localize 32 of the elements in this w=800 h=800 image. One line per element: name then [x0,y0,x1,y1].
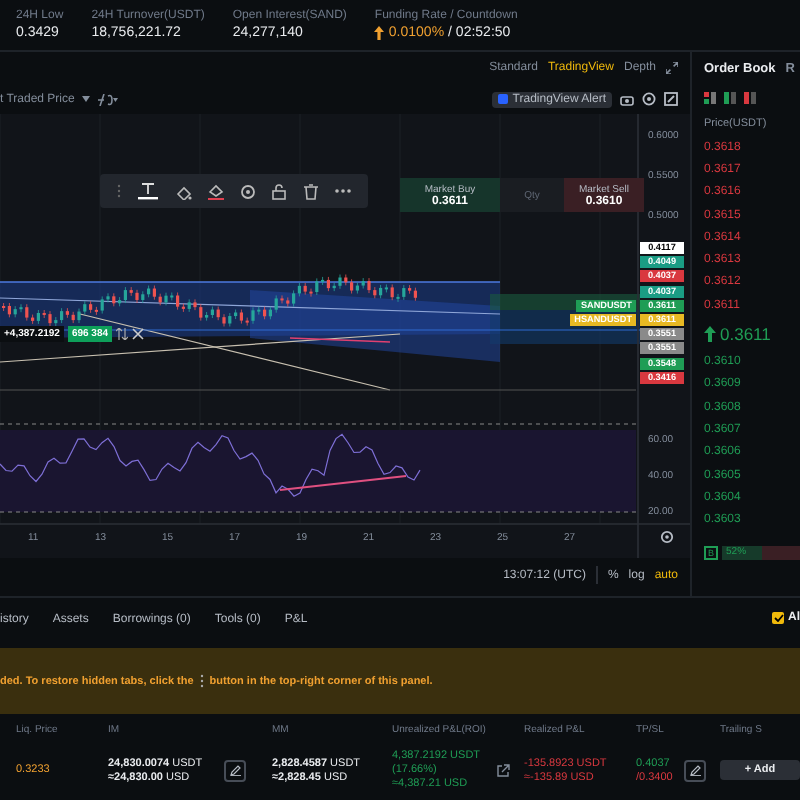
expand-icon[interactable] [666,62,678,74]
chart-logo-icon [498,94,509,104]
camera-icon[interactable] [620,93,634,105]
share-icon[interactable] [496,763,510,777]
funding-icon [374,26,385,40]
pencil-icon [229,764,241,776]
bids-only-icon[interactable] [724,92,736,104]
drag-handle-icon[interactable] [116,184,123,198]
settings-icon[interactable] [642,92,656,106]
arrow-up-icon [704,325,716,342]
settings-icon[interactable] [660,530,674,544]
checkbox[interactable] [772,612,784,624]
edit-button[interactable] [224,759,246,781]
paint-bucket-icon[interactable] [175,183,192,199]
edit-button[interactable] [684,759,706,781]
text-tool-icon[interactable] [138,182,159,200]
last-price: 0.3611 [720,323,771,344]
more-vertical-icon [199,674,204,688]
close-icon[interactable] [132,328,145,340]
check-icon [773,614,783,622]
pencil-icon [689,764,701,776]
fill-color-icon[interactable] [207,182,224,200]
settings-icon[interactable] [240,183,257,199]
trash-icon[interactable] [303,183,318,199]
fullscreen-icon[interactable] [664,92,678,106]
more-icon[interactable] [333,188,352,194]
indicator-icon[interactable] [98,93,119,105]
unlock-icon[interactable] [272,183,287,199]
both-sides-icon[interactable] [704,92,716,104]
asks-only-icon[interactable] [744,92,756,104]
reverse-icon[interactable] [116,328,129,340]
caret-icon[interactable] [82,96,91,102]
